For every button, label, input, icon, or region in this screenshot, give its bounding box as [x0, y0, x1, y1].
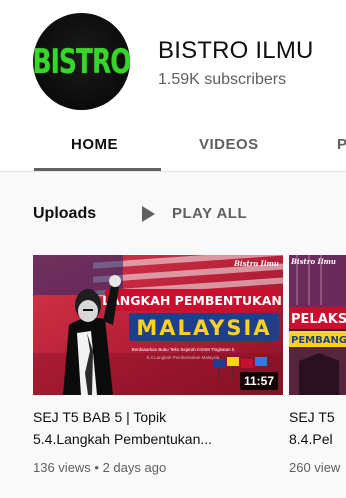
- video-title-line-2[interactable]: 8.4.Pel: [289, 428, 346, 450]
- video-title-line-1[interactable]: SEJ T5: [289, 406, 346, 428]
- thumb-brand: Bistro Ilmu: [290, 257, 336, 266]
- play-icon[interactable]: [142, 206, 155, 222]
- thumbnail-artwork: PELAKS PEMBANG Bistro Ilmu: [289, 255, 346, 395]
- channel-tabs: HOME VIDEOS P: [0, 112, 346, 172]
- video-duration: 11:57: [239, 372, 278, 390]
- thumb-heading-1: LANGKAH PEMBENTUKAN: [102, 293, 282, 308]
- thumb-brand: Bistro Ilmu: [233, 259, 279, 268]
- section-title[interactable]: Uploads: [33, 205, 96, 223]
- video-title-line-2[interactable]: 5.4.Langkah Pembentukan...: [33, 428, 283, 450]
- tab-playlists[interactable]: P: [337, 136, 346, 153]
- video-meta: 136 views • 2 days ago: [33, 460, 167, 475]
- tab-home[interactable]: HOME: [71, 136, 118, 153]
- subscriber-count: 1.59K subscribers: [158, 71, 287, 88]
- video-meta: 260 view: [289, 460, 341, 475]
- thumb-heading-2: MALAYSIA: [136, 316, 271, 340]
- avatar-logo-text: BISTRO: [33, 41, 130, 82]
- video-title[interactable]: SEJ T5 8.4.Pel: [289, 406, 346, 450]
- video-thumbnail[interactable]: LANGKAH PEMBENTUKAN MALAYSIA Berdasarkan…: [33, 255, 283, 395]
- video-card[interactable]: LANGKAH PEMBENTUKAN MALAYSIA Berdasarkan…: [33, 255, 283, 475]
- home-content: Uploads PLAY ALL LANGKAH PEMBENTUKAN MAL…: [0, 172, 346, 498]
- video-title[interactable]: SEJ T5 BAB 5 | Topik 5.4.Langkah Pembent…: [33, 406, 283, 450]
- channel-name: BISTRO ILMU: [158, 37, 314, 64]
- play-all-button[interactable]: PLAY ALL: [172, 205, 247, 222]
- thumb-heading-1: PELAKS: [291, 312, 346, 327]
- channel-avatar[interactable]: BISTRO: [33, 13, 130, 110]
- channel-header: BISTRO BISTRO ILMU 1.59K subscribers: [0, 0, 346, 112]
- video-thumbnail[interactable]: PELAKS PEMBANG Bistro Ilmu: [289, 255, 346, 395]
- tab-videos[interactable]: VIDEOS: [199, 136, 259, 153]
- thumb-heading-2: PEMBANG: [291, 335, 346, 346]
- video-title-line-1[interactable]: SEJ T5 BAB 5 | Topik: [33, 406, 283, 428]
- thumb-caption-1: Berdasarkan Buku Teks Sejarah KSSM Tingk…: [132, 347, 235, 352]
- video-card[interactable]: PELAKS PEMBANG Bistro Ilmu SEJ T5 8.4.Pe…: [289, 255, 346, 475]
